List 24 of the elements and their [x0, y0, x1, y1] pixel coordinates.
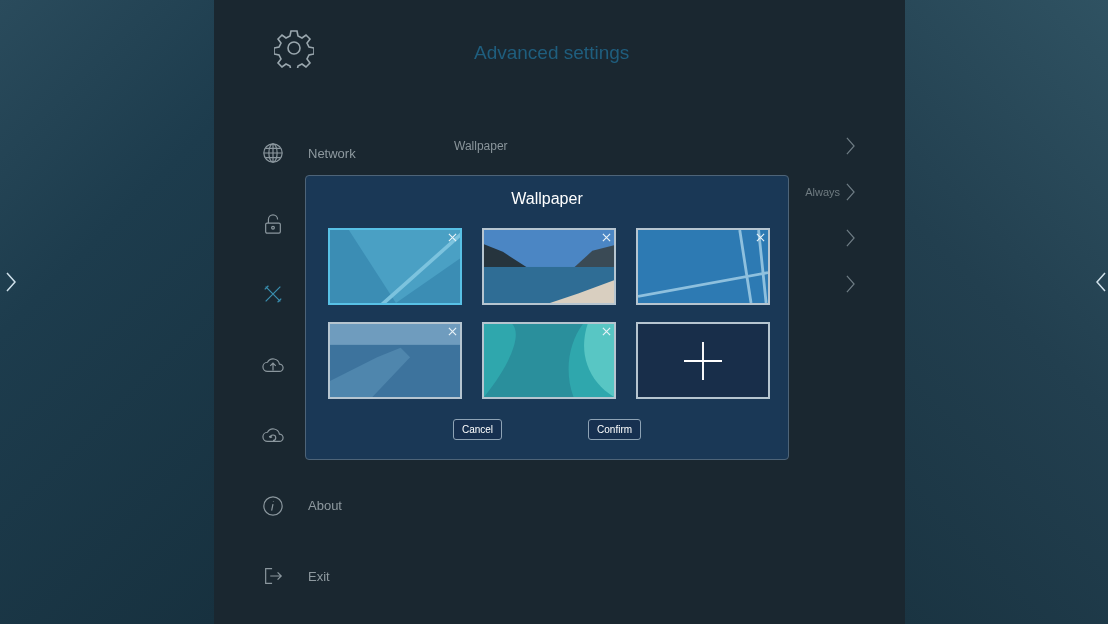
chevron-right-icon[interactable]	[846, 229, 855, 247]
close-icon[interactable]	[448, 327, 457, 336]
setting-value: Always	[805, 186, 840, 198]
chevron-right-icon[interactable]	[846, 275, 855, 293]
sidebar-item[interactable]: About	[262, 470, 414, 541]
plus-icon	[684, 341, 722, 380]
close-icon[interactable]	[448, 233, 457, 242]
globe-icon	[262, 142, 284, 165]
close-icon[interactable]	[602, 233, 611, 242]
dialog-title: Wallpaper	[510, 190, 584, 208]
sidebar-item[interactable]: Network	[262, 118, 414, 189]
lock-icon	[262, 212, 284, 235]
page-title: Advanced settings	[474, 42, 631, 64]
confirm-button[interactable]: Confirm	[588, 419, 642, 440]
chevron-right-icon[interactable]	[846, 183, 855, 201]
setting-label[interactable]: Wallpaper	[454, 139, 508, 153]
chevron-left-icon[interactable]	[1096, 272, 1106, 292]
sidebar-item[interactable]: Exit	[262, 541, 414, 612]
close-icon[interactable]	[756, 233, 765, 242]
gear-icon	[274, 28, 314, 68]
chevron-right-icon[interactable]	[846, 137, 855, 155]
info-icon	[262, 494, 284, 517]
add-wallpaper-tile[interactable]	[636, 322, 770, 399]
cancel-button[interactable]: Cancel	[452, 419, 503, 440]
